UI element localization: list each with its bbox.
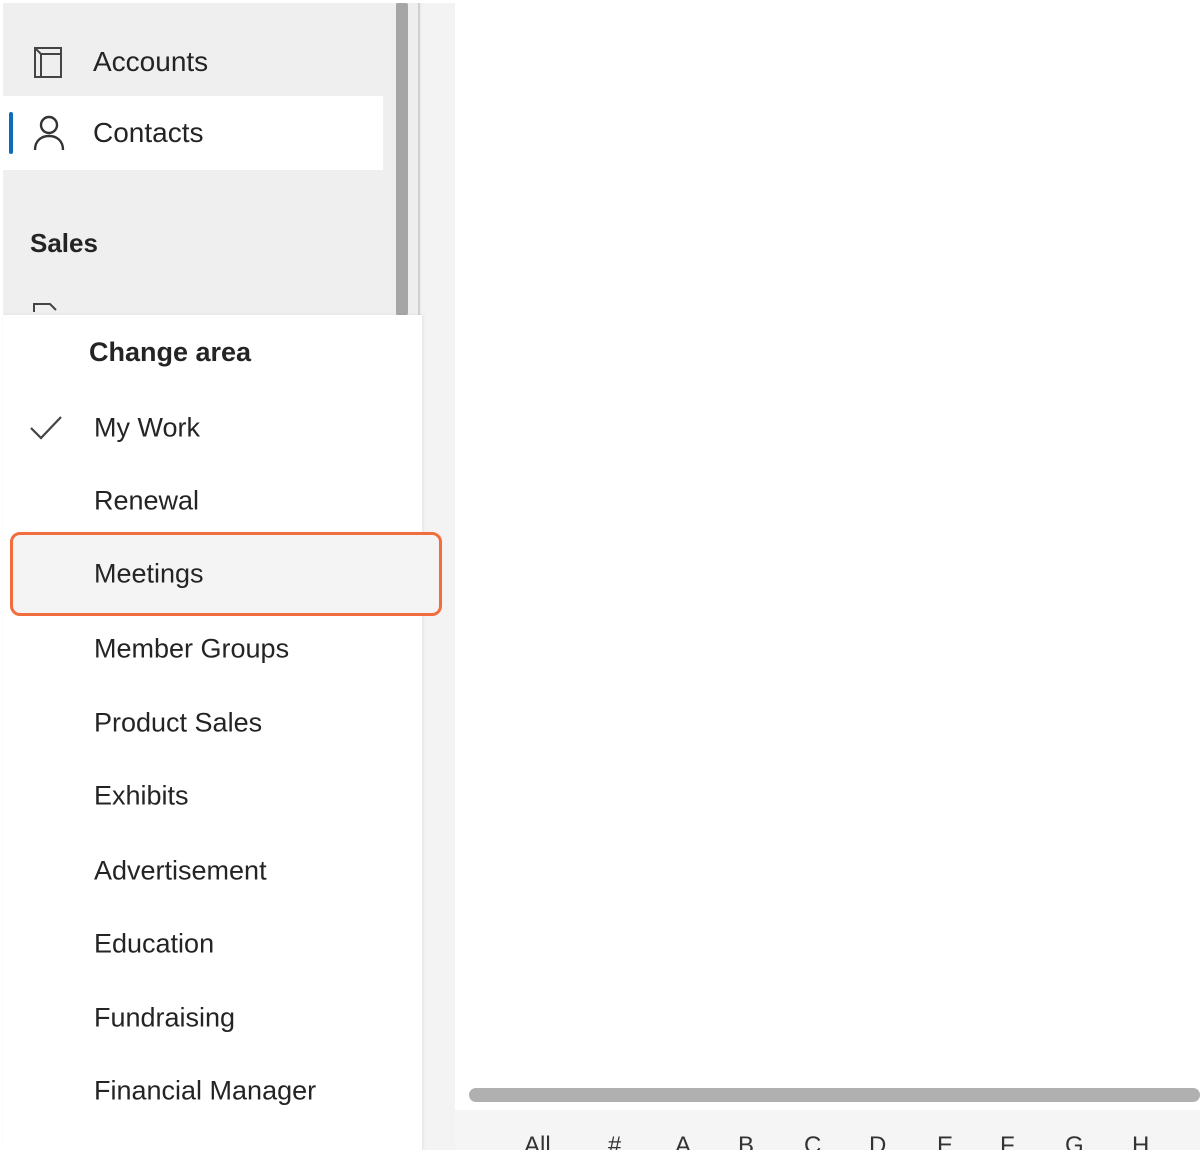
area-item-product-sales[interactable]: Product Sales [10, 683, 442, 763]
area-item-meetings[interactable]: Meetings [10, 535, 442, 613]
area-item-label: Education [94, 928, 215, 959]
area-item-financial-manager[interactable]: Financial Manager [10, 1051, 442, 1131]
checkmark-icon [28, 413, 64, 443]
area-item-advertisement[interactable]: Advertisement [10, 831, 442, 911]
sidebar-item-accounts[interactable]: Accounts [3, 25, 383, 99]
area-item-label: My Work [94, 412, 200, 443]
alphabet-filter-c[interactable]: C [804, 1132, 821, 1150]
change-area-title: Change area [89, 337, 252, 367]
area-item-label: Renewal [94, 485, 200, 516]
area-item-label: Product Sales [94, 707, 263, 738]
main-content [455, 3, 1200, 1150]
sidebar-item-contacts[interactable]: Contacts [3, 96, 383, 170]
alphabet-filter-bar [455, 1110, 1200, 1150]
area-item-label: Member Groups [94, 633, 290, 664]
horizontal-scrollbar[interactable] [469, 1088, 1200, 1102]
alphabet-filter-d[interactable]: D [869, 1132, 886, 1150]
alphabet-filter-hash[interactable]: # [608, 1132, 621, 1150]
area-item-fundraising[interactable]: Fundraising [10, 978, 442, 1058]
area-item-label: Fundraising [94, 1002, 236, 1033]
area-item-label: Meetings [94, 558, 204, 589]
document-icon [32, 300, 58, 315]
area-item-label: Advertisement [94, 855, 267, 886]
sidebar-scrollbar-thumb[interactable] [396, 3, 408, 315]
area-item-renewal[interactable]: Renewal [10, 461, 442, 541]
sidebar-divider [418, 3, 420, 315]
section-header-sales: Sales [30, 228, 98, 258]
sidebar-item-label: Contacts [93, 117, 204, 148]
sidebar-item-label: Accounts [93, 46, 209, 77]
alphabet-filter-b[interactable]: B [738, 1132, 754, 1150]
alphabet-filter-h[interactable]: H [1132, 1132, 1149, 1150]
active-indicator [9, 112, 13, 154]
area-item-education[interactable]: Education [10, 904, 442, 984]
alphabet-filter-f[interactable]: F [1000, 1132, 1015, 1150]
area-item-label: Financial Manager [94, 1075, 317, 1106]
area-item-member-groups[interactable]: Member Groups [10, 609, 442, 689]
area-item-exhibits[interactable]: Exhibits [10, 756, 442, 836]
accounts-icon [31, 42, 67, 82]
alphabet-filter-a[interactable]: A [675, 1132, 691, 1150]
contact-person-icon [31, 113, 67, 153]
alphabet-filter-g[interactable]: G [1065, 1132, 1084, 1150]
area-item-label: Exhibits [94, 780, 189, 811]
alphabet-filter-e[interactable]: E [937, 1132, 953, 1150]
alphabet-filter-all[interactable]: All [524, 1132, 551, 1150]
area-item-my-work[interactable]: My Work [10, 388, 442, 468]
